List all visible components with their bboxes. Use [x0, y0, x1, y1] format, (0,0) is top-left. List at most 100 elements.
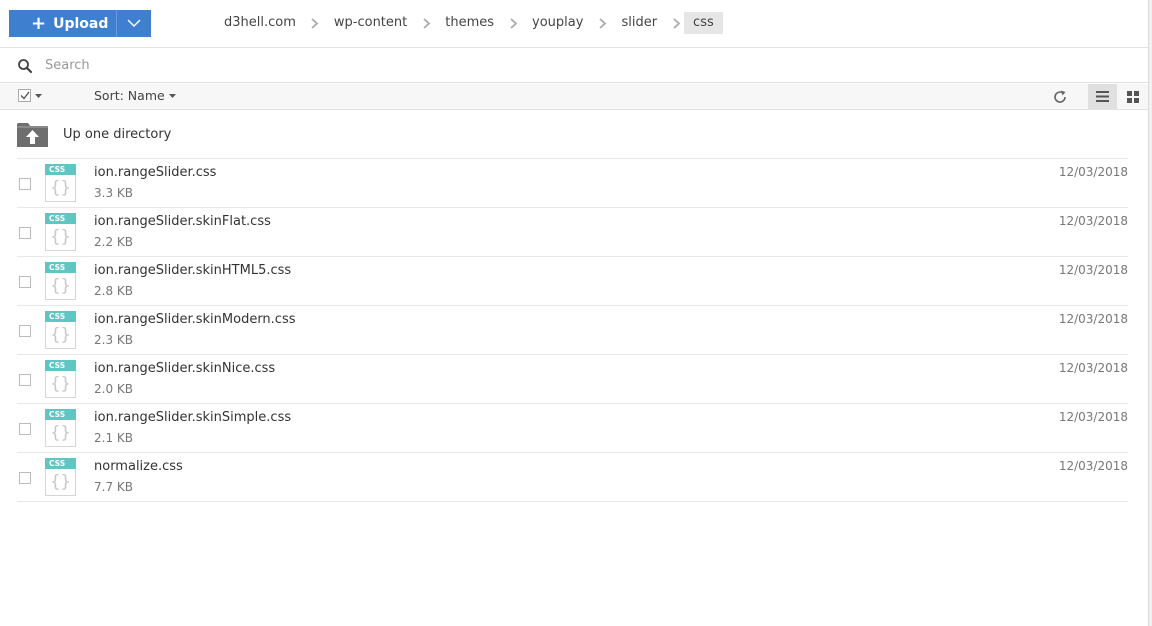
- file-type-badge: CSS: [45, 213, 76, 224]
- file-row[interactable]: CSS {} normalize.css 7.7 KB 12/03/2018: [17, 453, 1128, 502]
- breadcrumb-item[interactable]: wp-content: [320, 12, 421, 34]
- plus-icon: +: [31, 12, 47, 34]
- file-type-badge: CSS: [45, 409, 76, 420]
- file-size: 2.2 KB: [94, 235, 133, 249]
- scrollbar[interactable]: [1148, 0, 1152, 626]
- breadcrumb: d3hell.com wp-content themes youplay slider c…: [210, 12, 723, 34]
- file-checkbox[interactable]: [19, 423, 31, 435]
- breadcrumb-current[interactable]: css: [684, 12, 723, 34]
- file-name[interactable]: ion.rangeSlider.skinNice.css: [94, 361, 275, 376]
- file-checkbox[interactable]: [19, 276, 31, 288]
- file-checkbox[interactable]: [19, 325, 31, 337]
- file-checkbox[interactable]: [19, 374, 31, 386]
- chevron-down-icon: [127, 19, 141, 27]
- css-file-icon: CSS {}: [45, 311, 76, 349]
- file-name[interactable]: normalize.css: [94, 459, 183, 474]
- check-icon: [20, 91, 30, 100]
- select-all-checkbox[interactable]: [18, 89, 31, 102]
- file-checkbox[interactable]: [19, 178, 31, 190]
- file-size: 2.8 KB: [94, 284, 133, 298]
- breadcrumb-item[interactable]: youplay: [518, 12, 597, 34]
- grid-view-icon: [1126, 90, 1139, 103]
- sort-label: Sort: Name: [94, 88, 165, 103]
- search-input[interactable]: [45, 58, 445, 73]
- file-name[interactable]: ion.rangeSlider.skinHTML5.css: [94, 263, 291, 278]
- file-size: 2.1 KB: [94, 431, 133, 445]
- breadcrumb-item[interactable]: slider: [607, 12, 671, 34]
- list-view-icon: [1096, 91, 1109, 102]
- file-date: 12/03/2018: [1058, 263, 1128, 277]
- css-file-icon: CSS {}: [45, 360, 76, 398]
- upload-button[interactable]: + Upload: [9, 10, 151, 37]
- sort-dropdown[interactable]: Sort: Name: [94, 88, 176, 103]
- braces-icon: {}: [50, 276, 71, 296]
- caret-down-icon: [168, 93, 176, 98]
- chevron-right-icon: [509, 17, 517, 29]
- file-checkbox[interactable]: [19, 227, 31, 239]
- braces-icon: {}: [50, 325, 71, 345]
- file-row[interactable]: CSS {} ion.rangeSlider.skinSimple.css 2.1 K…: [17, 404, 1128, 453]
- top-bar: + Upload d3hell.com wp-content themes youpl…: [0, 0, 1148, 48]
- breadcrumb-separator: [597, 12, 607, 34]
- file-date: 12/03/2018: [1058, 361, 1128, 375]
- toolbar: Sort: Name: [0, 84, 1148, 110]
- file-type-badge: CSS: [45, 164, 76, 175]
- css-file-icon: CSS {}: [45, 213, 76, 251]
- file-date: 12/03/2018: [1058, 312, 1128, 326]
- file-date: 12/03/2018: [1058, 165, 1128, 179]
- upload-main-part[interactable]: + Upload: [9, 10, 116, 37]
- list-view-button[interactable]: [1088, 84, 1117, 109]
- file-size: 2.3 KB: [94, 333, 133, 347]
- file-size: 2.0 KB: [94, 382, 133, 396]
- file-date: 12/03/2018: [1058, 214, 1128, 228]
- chevron-right-icon: [311, 17, 319, 29]
- select-all-dropdown[interactable]: [18, 89, 42, 102]
- file-size: 3.3 KB: [94, 186, 133, 200]
- braces-icon: {}: [50, 472, 71, 492]
- file-type-badge: CSS: [45, 360, 76, 371]
- css-file-icon: CSS {}: [45, 409, 76, 447]
- up-one-directory-label: Up one directory: [63, 126, 172, 142]
- braces-icon: {}: [50, 374, 71, 394]
- chevron-right-icon: [423, 17, 430, 29]
- file-row[interactable]: CSS {} ion.rangeSlider.skinModern.css 2.3 K…: [17, 306, 1128, 355]
- breadcrumb-separator: [310, 12, 320, 34]
- file-date: 12/03/2018: [1058, 410, 1128, 424]
- css-file-icon: CSS {}: [45, 262, 76, 300]
- braces-icon: {}: [50, 178, 71, 198]
- folder-up-icon: [17, 123, 48, 147]
- file-date: 12/03/2018: [1058, 459, 1128, 473]
- file-name[interactable]: ion.rangeSlider.skinSimple.css: [94, 410, 291, 425]
- file-name[interactable]: ion.rangeSlider.skinModern.css: [94, 312, 296, 327]
- file-size: 7.7 KB: [94, 480, 133, 494]
- file-type-badge: CSS: [45, 262, 76, 273]
- upload-label: Upload: [53, 15, 109, 32]
- braces-icon: {}: [50, 227, 71, 247]
- breadcrumb-separator: [508, 12, 518, 34]
- file-checkbox[interactable]: [19, 472, 31, 484]
- upload-dropdown-toggle[interactable]: [117, 10, 151, 37]
- file-name[interactable]: ion.rangeSlider.css: [94, 165, 216, 180]
- breadcrumb-item[interactable]: themes: [431, 12, 508, 34]
- up-one-directory[interactable]: Up one directory: [17, 110, 1128, 159]
- css-file-icon: CSS {}: [45, 458, 76, 496]
- file-row[interactable]: CSS {} ion.rangeSlider.skinFlat.css 2.2 KB 1…: [17, 208, 1128, 257]
- grid-view-button[interactable]: [1119, 84, 1146, 109]
- braces-icon: {}: [50, 423, 71, 443]
- css-file-icon: CSS {}: [45, 164, 76, 202]
- chevron-right-icon: [672, 17, 680, 29]
- file-name[interactable]: ion.rangeSlider.skinFlat.css: [94, 214, 271, 229]
- search-icon: [18, 58, 33, 73]
- refresh-icon[interactable]: [1052, 89, 1068, 105]
- breadcrumb-item[interactable]: d3hell.com: [210, 12, 310, 34]
- file-type-badge: CSS: [45, 311, 76, 322]
- breadcrumb-separator: [421, 12, 431, 34]
- search-bar: [0, 49, 1148, 83]
- chevron-right-icon: [599, 17, 606, 29]
- file-list: CSS {} ion.rangeSlider.css 3.3 KB 12/03/2018…: [17, 159, 1128, 502]
- file-type-badge: CSS: [45, 458, 76, 469]
- file-row[interactable]: CSS {} ion.rangeSlider.css 3.3 KB 12/03/2018: [17, 159, 1128, 208]
- file-row[interactable]: CSS {} ion.rangeSlider.skinNice.css 2.0 KB 1…: [17, 355, 1128, 404]
- file-row[interactable]: CSS {} ion.rangeSlider.skinHTML5.css 2.8 KB…: [17, 257, 1128, 306]
- caret-down-icon: [35, 93, 42, 98]
